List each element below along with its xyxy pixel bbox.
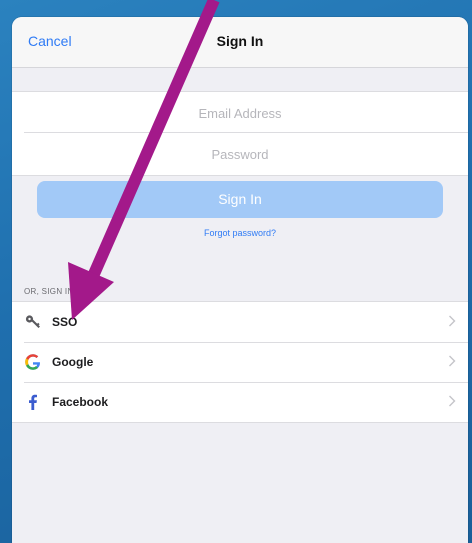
- nav-bar: Cancel Sign In: [12, 17, 468, 68]
- page-title: Sign In: [216, 33, 264, 49]
- password-field[interactable]: [12, 133, 468, 175]
- facebook-icon: [29, 394, 37, 410]
- provider-label: SSO: [52, 315, 78, 329]
- key-icon: [25, 315, 40, 328]
- sign-in-button[interactable]: Sign In: [37, 181, 443, 218]
- provider-item-facebook[interactable]: Facebook: [12, 382, 468, 422]
- email-field[interactable]: [12, 92, 468, 134]
- provider-item-google[interactable]: Google: [12, 342, 468, 382]
- chevron-right-icon: [449, 395, 456, 407]
- provider-label: Google: [52, 355, 94, 369]
- sign-in-sheet: Cancel Sign In Sign In Forgot password? …: [12, 17, 468, 543]
- chevron-right-icon: [449, 315, 456, 327]
- forgot-password-link[interactable]: Forgot password?: [12, 228, 468, 238]
- provider-list: SSO Google Facebook: [12, 301, 468, 423]
- chevron-right-icon: [449, 355, 456, 367]
- provider-item-sso[interactable]: SSO: [12, 302, 468, 342]
- credentials-group: [12, 91, 468, 176]
- provider-label: Facebook: [52, 395, 109, 409]
- google-icon: [25, 354, 40, 370]
- section-header: OR, SIGN IN WITH: [24, 287, 98, 296]
